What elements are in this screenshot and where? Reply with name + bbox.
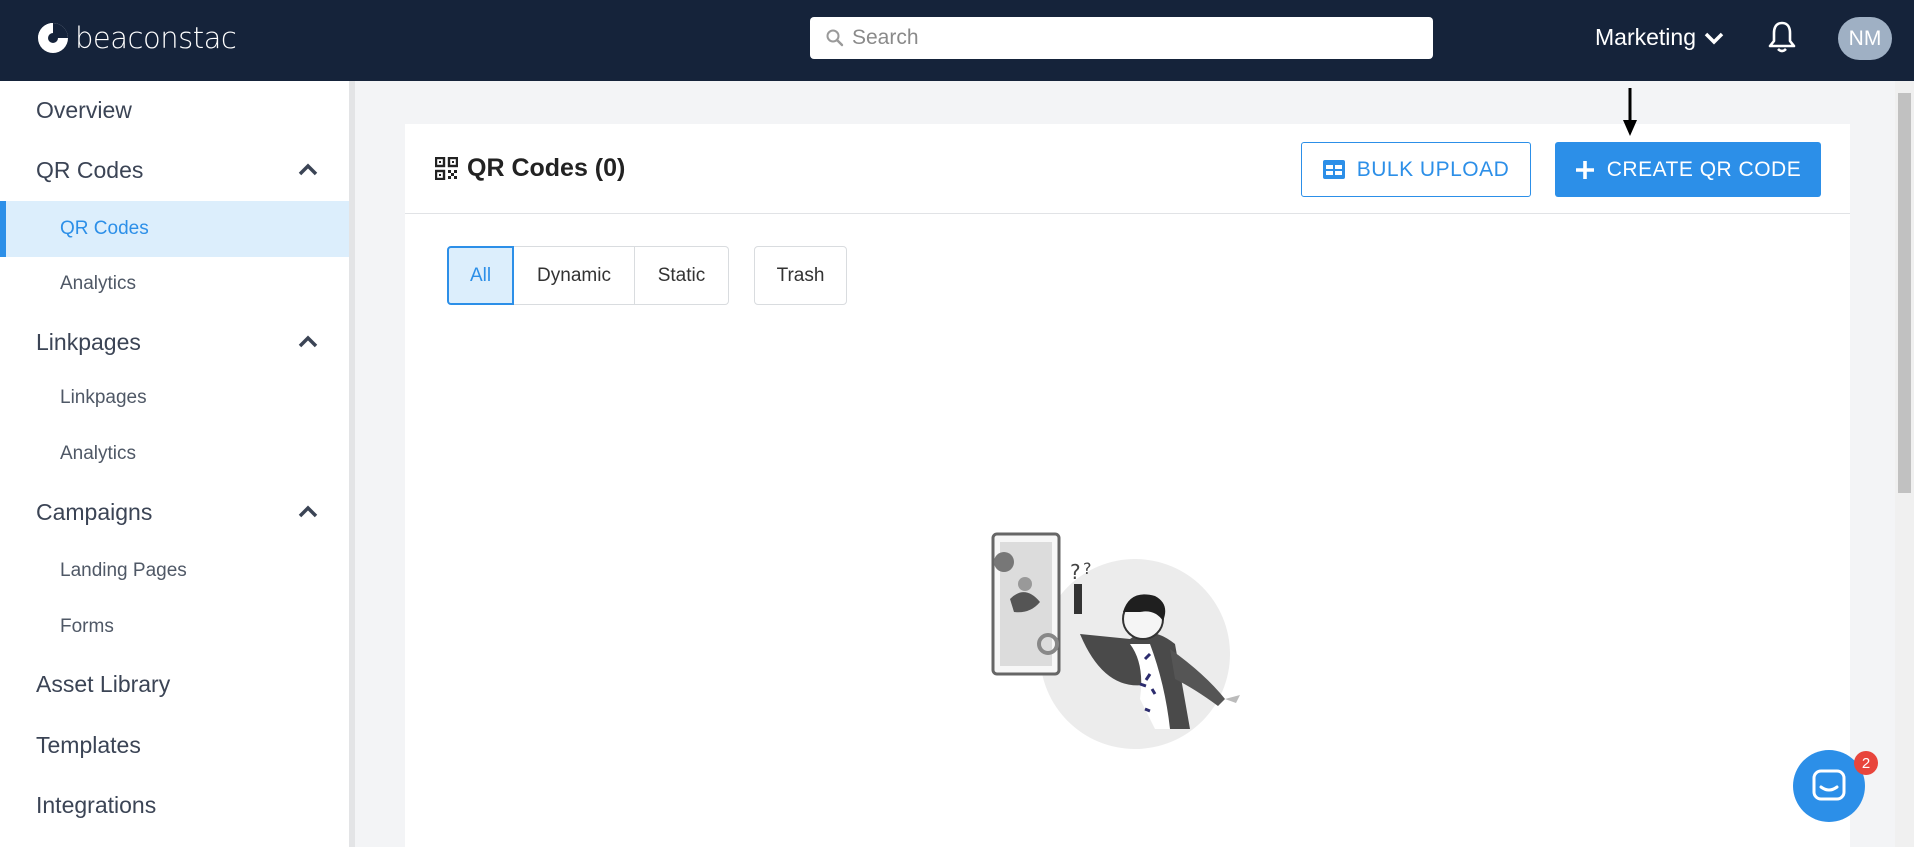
- svg-text:?: ?: [1083, 559, 1092, 578]
- page-title-text: QR Codes (0): [467, 154, 626, 182]
- top-navbar: beaconstac Marketing NM: [0, 0, 1914, 81]
- plus-icon: [1575, 160, 1594, 179]
- sidebar-item-label: Asset Library: [36, 670, 171, 697]
- sidebar-item-templates[interactable]: Templates: [0, 722, 349, 768]
- sidebar-item-label: Templates: [36, 731, 141, 758]
- filter-dynamic[interactable]: Dynamic: [514, 246, 635, 305]
- scrollbar-thumb[interactable]: [1898, 93, 1911, 493]
- create-qr-code-label: CREATE QR CODE: [1606, 157, 1802, 181]
- chevron-up-icon: [298, 163, 318, 176]
- qr-codes-panel: QR Codes (0) BULK UPLOAD CREATE QR CODE …: [405, 124, 1850, 847]
- sidebar-item-integrations[interactable]: Integrations: [0, 782, 349, 828]
- notifications-button[interactable]: [1767, 20, 1797, 59]
- chat-notification-badge: 2: [1854, 751, 1878, 775]
- logo-text: beaconstac: [75, 21, 237, 55]
- search-input[interactable]: [852, 26, 1412, 50]
- sidebar-item-landing-pages[interactable]: Landing Pages: [0, 548, 349, 594]
- sidebar-item-overview[interactable]: Overview: [0, 87, 349, 133]
- sidebar-item-asset-library[interactable]: Asset Library: [0, 661, 349, 707]
- sidebar-item-label: Landing Pages: [60, 560, 187, 581]
- sidebar-item-forms[interactable]: Forms: [0, 604, 349, 650]
- workspace-dropdown[interactable]: Marketing: [1595, 24, 1724, 51]
- sidebar-item-linkpages-analytics[interactable]: Analytics: [0, 431, 349, 477]
- sidebar-item-label: Forms: [60, 616, 114, 637]
- sidebar-item-linkpages-section[interactable]: Linkpages: [0, 319, 349, 365]
- chevron-down-icon: [1704, 32, 1724, 44]
- workspace-label: Marketing: [1595, 24, 1696, 50]
- empty-state-illustration: ? ?: [991, 532, 1240, 749]
- bulk-upload-label: BULK UPLOAD: [1356, 157, 1510, 181]
- table-icon: [1322, 160, 1345, 179]
- bell-icon: [1768, 21, 1796, 53]
- sidebar-item-qr-analytics[interactable]: Analytics: [0, 261, 349, 307]
- chevron-up-icon: [298, 335, 318, 348]
- sidebar: Overview QR Codes QR Codes Analytics Lin…: [0, 81, 355, 847]
- sidebar-item-label: Analytics: [60, 443, 137, 464]
- page-scrollbar[interactable]: [1895, 81, 1914, 847]
- sidebar-item-linkpages[interactable]: Linkpages: [0, 375, 349, 421]
- create-qr-code-button[interactable]: CREATE QR CODE: [1555, 142, 1821, 197]
- beaconstac-logo-icon: [38, 23, 68, 53]
- filter-trash[interactable]: Trash: [754, 246, 847, 305]
- bulk-upload-button[interactable]: BULK UPLOAD: [1301, 142, 1531, 197]
- sidebar-item-qr-codes-section[interactable]: QR Codes: [0, 147, 349, 193]
- page-title: QR Codes (0): [435, 154, 625, 183]
- arrow-down-icon: [1623, 88, 1637, 136]
- sidebar-item-label: Analytics: [60, 273, 137, 294]
- sidebar-item-label: Linkpages: [60, 387, 147, 408]
- sidebar-item-label: Linkpages: [36, 328, 141, 355]
- logo[interactable]: beaconstac: [37, 21, 237, 55]
- filter-tabs: All Dynamic Static Trash: [447, 246, 847, 305]
- filter-all[interactable]: All: [447, 246, 514, 305]
- chat-icon: [1812, 769, 1846, 801]
- search-icon: [826, 29, 844, 47]
- sidebar-item-label: QR Codes: [60, 218, 149, 239]
- qr-code-icon: [435, 157, 458, 180]
- svg-text:?: ?: [1070, 560, 1081, 584]
- user-avatar[interactable]: NM: [1838, 17, 1892, 60]
- sidebar-item-label: Integrations: [36, 791, 157, 818]
- sidebar-item-campaigns-section[interactable]: Campaigns: [0, 489, 349, 535]
- chevron-up-icon: [298, 505, 318, 518]
- filter-static[interactable]: Static: [635, 246, 729, 305]
- sidebar-item-label: Overview: [36, 96, 132, 123]
- search-box[interactable]: [810, 17, 1433, 59]
- sidebar-item-label: QR Codes: [36, 156, 144, 183]
- sidebar-item-label: Campaigns: [36, 498, 153, 525]
- sidebar-item-qr-codes[interactable]: QR Codes: [0, 201, 349, 257]
